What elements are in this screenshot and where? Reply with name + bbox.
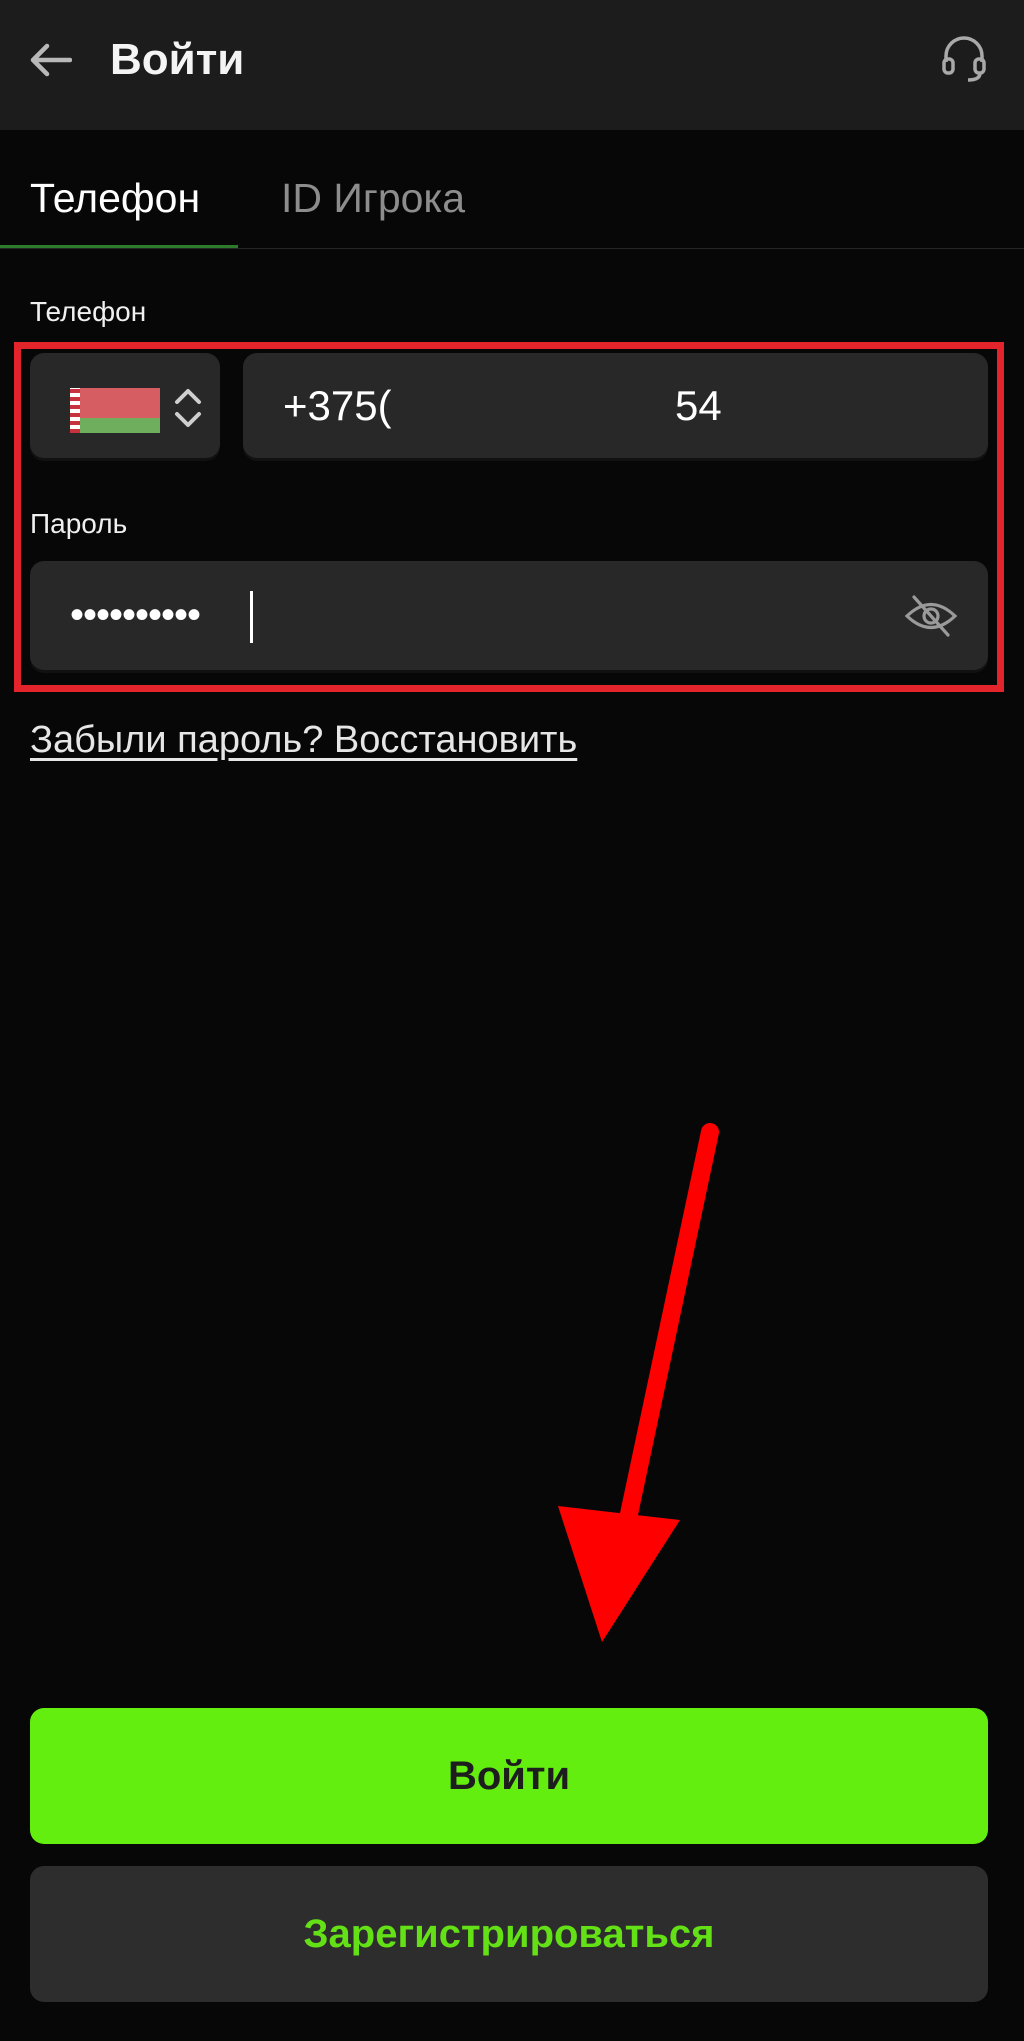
chevron-up-down-icon: [175, 389, 201, 427]
login-button[interactable]: Войти: [30, 1708, 988, 1844]
password-value: ••••••••••: [70, 593, 201, 637]
login-tabs: Телефон ID Игрока: [0, 130, 1024, 249]
tab-player-id[interactable]: ID Игрока: [281, 172, 465, 224]
tab-phone[interactable]: Телефон: [30, 172, 200, 224]
phone-redaction-mask: [391, 383, 689, 431]
text-caret: [250, 591, 253, 643]
red-arrow-annotation: [558, 1123, 719, 1642]
eye-off-icon[interactable]: [902, 589, 960, 643]
register-button[interactable]: Зарегистрироваться: [30, 1866, 988, 2002]
phone-value-suffix: 54: [675, 382, 722, 429]
back-button[interactable]: [26, 38, 74, 82]
phone-label: Телефон: [30, 296, 147, 327]
headset-icon: [942, 36, 986, 82]
arrow-left-icon: [30, 43, 72, 77]
password-label: Пароль: [30, 508, 128, 539]
page-title: Войти: [110, 35, 245, 84]
belarus-flag-icon: [70, 388, 160, 433]
support-button[interactable]: [936, 30, 992, 86]
active-tab-indicator: [0, 245, 238, 248]
header-bar: Войти: [0, 0, 1024, 130]
phone-input[interactable]: +375( 54: [243, 353, 988, 458]
country-code-select[interactable]: [30, 353, 220, 458]
phone-value-prefix: +375(: [283, 382, 392, 429]
forgot-password-link[interactable]: Забыли пароль? Восстановить: [30, 716, 577, 764]
password-input[interactable]: ••••••••••: [30, 561, 988, 670]
